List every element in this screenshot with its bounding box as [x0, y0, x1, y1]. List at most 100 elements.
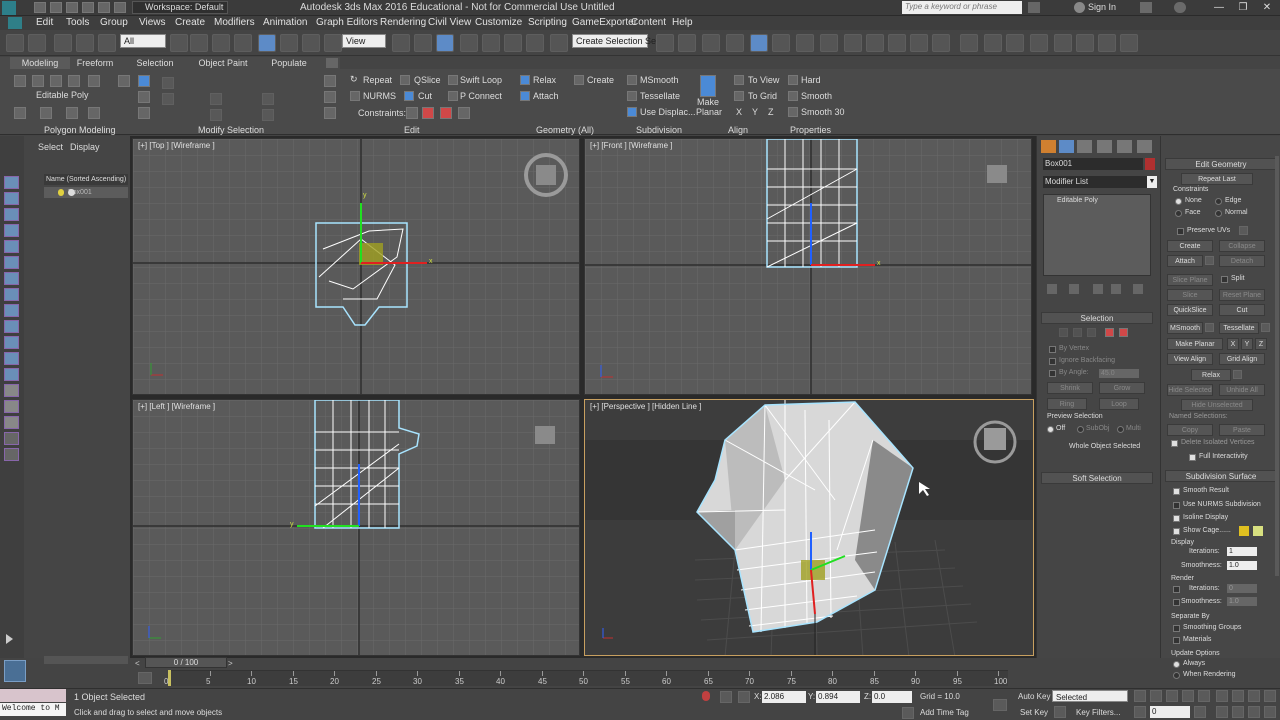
tessellate-settings-icon[interactable] — [1261, 323, 1270, 332]
group-geometry[interactable]: Geometry (All) — [536, 125, 594, 135]
display-invert-icon[interactable] — [4, 208, 19, 221]
menu-gameexporter[interactable]: GameExporter — [572, 17, 637, 28]
render-iterations-checkbox[interactable] — [1173, 586, 1180, 593]
tab-populate[interactable]: Populate — [262, 57, 316, 69]
element-mode-icon[interactable] — [88, 75, 100, 87]
modify-tab-icon[interactable] — [1059, 140, 1074, 153]
update-always-radio[interactable] — [1173, 661, 1180, 668]
angle-snap-icon[interactable] — [482, 34, 500, 52]
materials-checkbox[interactable] — [1173, 637, 1180, 644]
percent-snap-icon[interactable] — [504, 34, 522, 52]
isolate-selection-icon[interactable] — [993, 699, 1007, 711]
listener-mini-area[interactable] — [0, 689, 66, 702]
unlink-icon[interactable] — [76, 34, 94, 52]
edge-mode-icon[interactable] — [32, 75, 44, 87]
constraint-face-radio[interactable] — [1175, 210, 1182, 217]
reference-coord-dropdown[interactable]: View — [342, 34, 386, 48]
menu-create[interactable]: Create — [175, 17, 205, 28]
make-planar-button[interactable]: Make Planar — [1167, 338, 1223, 350]
loop-icon[interactable] — [210, 93, 222, 105]
viewport-left-label[interactable]: [+] [Left ] [Wireframe ] — [138, 402, 215, 411]
render-setup-icon[interactable] — [844, 34, 862, 52]
delete-isolated-checkbox[interactable] — [1171, 440, 1178, 447]
create-button[interactable]: Create — [587, 75, 614, 85]
smooth-result-checkbox[interactable] — [1173, 488, 1180, 495]
object-color-swatch[interactable] — [1145, 158, 1155, 170]
edit-named-selection-icon[interactable] — [550, 34, 568, 52]
bevel-icon[interactable] — [1030, 34, 1048, 52]
isoline-icon[interactable] — [88, 107, 100, 119]
qslice-button[interactable]: QSlice — [414, 75, 441, 85]
key-mode-icon[interactable] — [1134, 706, 1146, 718]
constraint-none-radio[interactable] — [1175, 198, 1182, 205]
zoom-extents-icon[interactable] — [1248, 690, 1260, 702]
time-tag-icon[interactable] — [902, 707, 914, 719]
link-icon[interactable] — [54, 34, 72, 52]
menu-graph-editors[interactable]: Graph Editors — [316, 17, 378, 28]
time-cursor[interactable] — [168, 670, 171, 686]
element-level-icon[interactable] — [1119, 328, 1128, 337]
stack-item-editable-poly[interactable]: Editable Poly — [1047, 196, 1147, 206]
render-iterative-icon[interactable] — [910, 34, 928, 52]
render-production-icon[interactable] — [888, 34, 906, 52]
relax-button[interactable]: Relax — [1191, 369, 1231, 381]
copy-button[interactable]: Copy — [1167, 424, 1213, 436]
app-logo-icon[interactable] — [2, 1, 16, 15]
menu-help[interactable]: Help — [672, 17, 693, 28]
keyframe-icon[interactable] — [702, 691, 710, 701]
display-all-icon[interactable] — [4, 192, 19, 205]
remove-modifier-icon[interactable] — [1111, 284, 1121, 294]
open-file-icon[interactable] — [50, 2, 62, 13]
msmooth-button[interactable]: MSmooth — [640, 75, 679, 85]
align-y-button[interactable]: Y — [752, 107, 758, 117]
use-nurms-checkbox[interactable] — [1173, 502, 1180, 509]
zoom-all-icon[interactable] — [1232, 690, 1244, 702]
isoline-display-checkbox[interactable] — [1173, 515, 1180, 522]
viewport-front[interactable]: x [+] [Front ] [Wireframe ] — [584, 138, 1032, 395]
pick-ring-icon[interactable] — [324, 91, 336, 103]
preserve-uvs-settings-icon[interactable] — [1239, 226, 1248, 235]
select-rotate-icon[interactable] — [280, 34, 298, 52]
display-none-icon[interactable] — [4, 176, 19, 189]
repeat-last-button[interactable]: Repeat Last — [1181, 173, 1253, 185]
polygon-mode-icon[interactable] — [68, 75, 80, 87]
toggle-scene-explorer-icon[interactable] — [702, 34, 720, 52]
object-visibility-icon[interactable] — [68, 189, 75, 196]
viewport-top[interactable]: y x [+] [Top ] [Wireframe ] — [132, 138, 580, 395]
relax-settings-icon[interactable] — [1233, 370, 1242, 379]
group-modify-selection[interactable]: Modify Selection — [198, 125, 264, 135]
loop-mode-icon[interactable] — [210, 109, 222, 121]
minimize-button[interactable]: — — [1208, 0, 1230, 15]
shrink-button[interactable]: Shrink — [1047, 382, 1093, 394]
cage-color-swatch-1[interactable] — [1239, 526, 1249, 536]
inset-icon[interactable] — [1054, 34, 1072, 52]
viewport-left[interactable]: y [+] [Left ] [Wireframe ] — [132, 399, 580, 656]
constraint-none-icon[interactable] — [406, 107, 418, 119]
filter-geometry-icon[interactable] — [4, 224, 19, 237]
p-connect-button[interactable]: P Connect — [460, 91, 502, 101]
reset-plane-button[interactable]: Reset Plane — [1219, 289, 1265, 301]
create-tab-icon[interactable] — [1041, 140, 1056, 153]
y-coord-field[interactable]: 0.894 — [816, 691, 860, 703]
panel-scrollbar[interactable] — [1275, 156, 1279, 576]
render-iterations-spinner[interactable]: 0 — [1227, 584, 1257, 593]
tab-freeform[interactable]: Freeform — [70, 57, 120, 69]
tab-selection[interactable]: Selection — [130, 57, 180, 69]
viewport-top-label[interactable]: [+] [Top ] [Wireframe ] — [138, 141, 215, 150]
border-mode-icon[interactable] — [50, 75, 62, 87]
constraint-edge-icon[interactable] — [422, 107, 434, 119]
angle-spinner[interactable]: 45.0 — [1099, 369, 1139, 378]
msmooth-settings-icon[interactable] — [1205, 323, 1214, 332]
preserve-uvs-checkbox[interactable] — [1177, 228, 1184, 235]
view-align-button[interactable]: View Align — [1167, 353, 1213, 365]
pick-loop-icon[interactable] — [324, 75, 336, 87]
attach-button[interactable]: Attach — [1167, 255, 1203, 267]
menu-edit[interactable]: Edit — [36, 17, 53, 28]
rendered-frame-icon[interactable] — [866, 34, 884, 52]
x-coord-field[interactable]: 2.086 — [762, 691, 806, 703]
slider-next-icon[interactable]: > — [228, 659, 233, 668]
filter-shapes-icon[interactable] — [4, 240, 19, 253]
current-frame-field[interactable]: 0 — [1150, 706, 1190, 718]
by-vertex-checkbox[interactable] — [1049, 346, 1056, 353]
display-smoothness-spinner[interactable]: 1.0 — [1227, 561, 1257, 570]
